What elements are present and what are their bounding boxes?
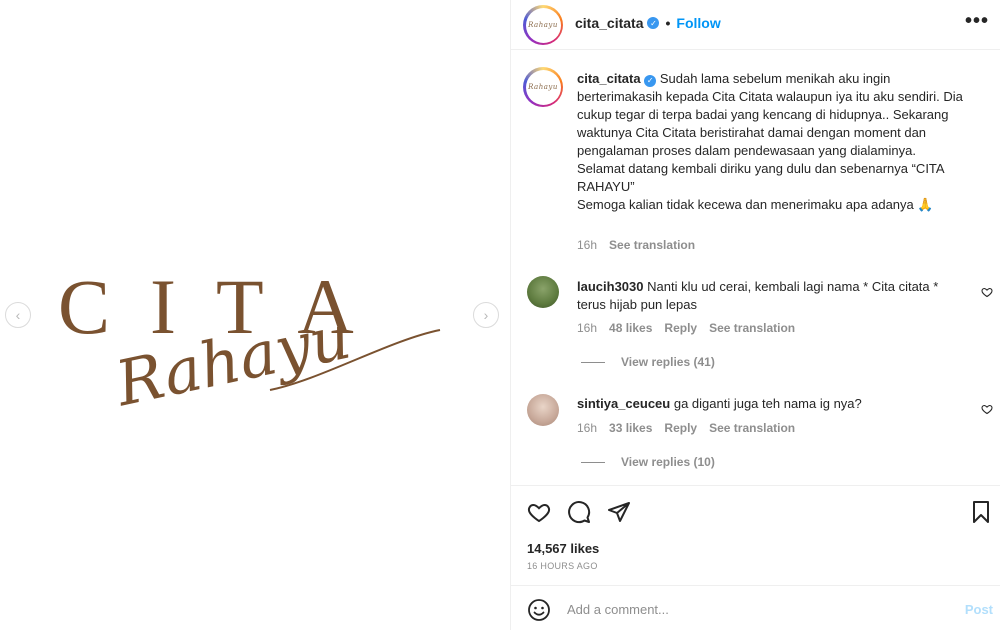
- like-comment-heart-icon[interactable]: [981, 286, 993, 298]
- see-translation-link[interactable]: See translation: [709, 321, 795, 335]
- like-comment-heart-icon[interactable]: [981, 403, 993, 415]
- reply-button[interactable]: Reply: [664, 321, 697, 335]
- avatar-text: Rahayu: [528, 83, 558, 91]
- comment-text-block: sintiya_ceuceu ga diganti juga teh nama …: [577, 395, 967, 413]
- comment-input[interactable]: [567, 598, 947, 620]
- comment-text: ga diganti juga teh nama ig nya?: [673, 396, 862, 411]
- caption-text-3: Semoga kalian tidak kecewa dan menerimak…: [577, 197, 934, 212]
- share-icon[interactable]: [607, 500, 631, 524]
- post-details-panel: Rahayu cita_citata ✓ • Follow ••• Rahayu…: [510, 0, 1000, 630]
- chevron-left-icon: ‹: [15, 307, 21, 323]
- add-comment-bar: Post: [511, 585, 1000, 630]
- comment-meta: 16h 48 likes Reply See translation: [577, 321, 795, 335]
- replies-divider: [581, 461, 605, 463]
- like-heart-icon[interactable]: [527, 500, 551, 524]
- header-user-block: cita_citata ✓ • Follow: [575, 15, 721, 31]
- prev-media-button[interactable]: ‹: [5, 302, 31, 328]
- post-header: Rahayu cita_citata ✓ • Follow •••: [511, 0, 1000, 50]
- follow-button[interactable]: Follow: [676, 15, 720, 31]
- caption-avatar[interactable]: Rahayu: [523, 67, 563, 107]
- comment-time[interactable]: 16h: [577, 421, 597, 435]
- view-replies-label: View replies (10): [621, 455, 715, 469]
- post-actions: 14,567 likes 16 HOURS AGO: [511, 485, 1000, 585]
- comment-text-block: laucih3030 Nanti klu ud cerai, kembali l…: [577, 278, 967, 314]
- verified-badge-icon: ✓: [644, 75, 657, 87]
- header-username[interactable]: cita_citata: [575, 15, 643, 31]
- post-caption: cita_citata ✓ Sudah lama sebelum menikah…: [577, 70, 977, 214]
- next-media-button[interactable]: ›: [473, 302, 499, 328]
- comment-time[interactable]: 16h: [577, 321, 597, 335]
- see-translation-link[interactable]: See translation: [609, 238, 695, 252]
- avatar-text: Rahayu: [528, 21, 558, 29]
- comment-likes[interactable]: 33 likes: [609, 421, 652, 435]
- more-options-icon[interactable]: •••: [965, 10, 989, 33]
- comment-likes[interactable]: 48 likes: [609, 321, 652, 335]
- comment-icon[interactable]: [567, 500, 591, 524]
- reply-button[interactable]: Reply: [664, 421, 697, 435]
- avatar[interactable]: Rahayu: [523, 5, 563, 45]
- chevron-right-icon: ›: [483, 307, 489, 323]
- post-media: ‹ › CITA Rahayu: [0, 0, 510, 630]
- comment-username[interactable]: laucih3030: [577, 279, 644, 294]
- view-replies-button[interactable]: View replies (41): [581, 355, 715, 369]
- view-replies-button[interactable]: View replies (10): [581, 455, 715, 469]
- post-comment-button[interactable]: Post: [965, 602, 993, 617]
- caption-username[interactable]: cita_citata: [577, 71, 641, 86]
- likes-count[interactable]: 14,567 likes: [527, 541, 599, 556]
- comment-avatar[interactable]: [527, 394, 559, 426]
- caption-text-2: Selamat datang kembali diriku yang dulu …: [577, 161, 944, 194]
- see-translation-link[interactable]: See translation: [709, 421, 795, 435]
- comment-username[interactable]: sintiya_ceuceu: [577, 396, 670, 411]
- verified-badge-icon: ✓: [647, 17, 660, 29]
- post-time[interactable]: 16 HOURS AGO: [527, 561, 598, 571]
- bookmark-icon[interactable]: [969, 500, 993, 524]
- caption-time[interactable]: 16h: [577, 238, 597, 252]
- view-replies-label: View replies (41): [621, 355, 715, 369]
- comment-meta: 16h 33 likes Reply See translation: [577, 421, 795, 435]
- comments-section[interactable]: Rahayu cita_citata ✓ Sudah lama sebelum …: [511, 51, 1000, 485]
- emoji-icon[interactable]: [527, 598, 551, 622]
- cita-rahayu-logo: CITA Rahayu: [58, 263, 441, 420]
- separator-dot: •: [665, 15, 671, 31]
- caption-meta: 16h See translation: [577, 238, 695, 252]
- comment-avatar[interactable]: [527, 276, 559, 308]
- replies-divider: [581, 361, 605, 363]
